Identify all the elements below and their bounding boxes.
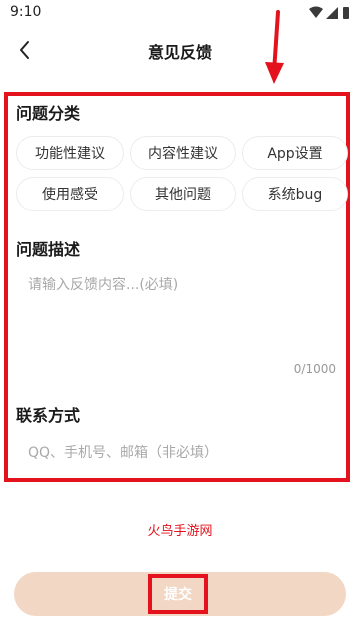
feedback-page: 9:10 意见反馈 问题分类 功能性建议 内容性建议 App设置 使用感受 其他… xyxy=(0,0,360,639)
status-bar: 9:10 xyxy=(0,0,360,26)
category-title: 问题分类 xyxy=(16,104,81,123)
battery-icon xyxy=(343,7,349,19)
description-input[interactable]: 请输入反馈内容...(必填) xyxy=(28,274,178,294)
annotation-arrow-icon xyxy=(265,10,284,84)
contact-input[interactable]: QQ、手机号、邮箱（非必填） xyxy=(28,442,218,462)
chip-system-bug[interactable]: 系统bug xyxy=(242,177,348,211)
chip-function-suggestion[interactable]: 功能性建议 xyxy=(16,136,124,170)
character-counter: 0/1000 xyxy=(293,362,336,376)
status-icons xyxy=(309,6,349,19)
signal-icon xyxy=(326,7,338,19)
description-title: 问题描述 xyxy=(16,240,81,259)
chip-other-issues[interactable]: 其他问题 xyxy=(130,177,236,211)
wifi-icon xyxy=(309,6,323,18)
watermark: 火鸟手游网 xyxy=(147,524,213,539)
header: 意见反馈 xyxy=(0,28,360,72)
submit-label: 提交 xyxy=(164,587,192,603)
chip-usage-experience[interactable]: 使用感受 xyxy=(16,177,124,211)
chip-content-suggestion[interactable]: 内容性建议 xyxy=(130,136,236,170)
feedback-form: 问题分类 功能性建议 内容性建议 App设置 使用感受 其他问题 系统bug 问… xyxy=(4,92,350,482)
page-title: 意见反馈 xyxy=(147,43,212,62)
chip-app-settings[interactable]: App设置 xyxy=(242,136,348,170)
contact-title: 联系方式 xyxy=(16,406,81,425)
status-time: 9:10 xyxy=(10,4,42,20)
